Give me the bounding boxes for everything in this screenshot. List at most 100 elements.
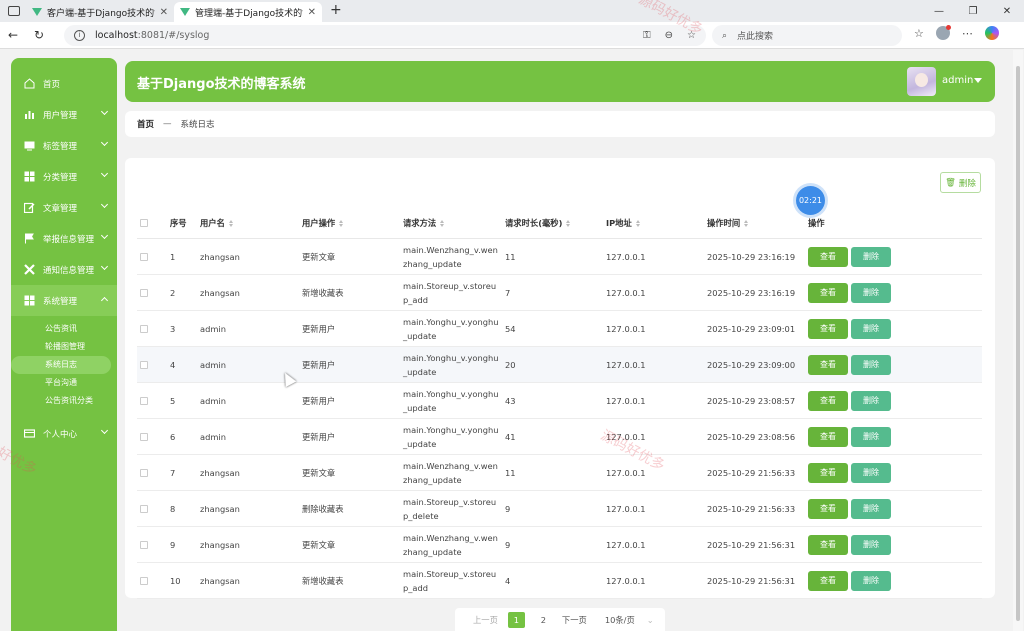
view-button[interactable]: 查看: [808, 534, 848, 555]
cell-username: admin: [200, 323, 226, 334]
column-header-sortable[interactable]: 操作时间: [707, 217, 808, 229]
more-icon[interactable]: ⋯: [962, 27, 973, 40]
page-button-2[interactable]: 2: [535, 612, 552, 628]
minimize-icon[interactable]: —: [922, 6, 956, 17]
view-button[interactable]: 查看: [808, 498, 848, 519]
batch-delete-button[interactable]: 🗑 删除: [940, 172, 981, 193]
view-button[interactable]: 查看: [808, 282, 848, 303]
column-header-sortable[interactable]: IP地址: [606, 217, 707, 229]
row-checkbox[interactable]: [140, 324, 148, 333]
row-checkbox[interactable]: [140, 252, 148, 261]
close-window-icon[interactable]: ✕: [990, 6, 1024, 17]
cell-duration: 20: [505, 359, 516, 370]
back-icon[interactable]: ←: [0, 28, 26, 42]
submenu-item-syslog[interactable]: 系统日志: [11, 356, 111, 374]
sidebar-item-label: 文章管理: [43, 203, 78, 214]
page-button-1[interactable]: 1: [507, 611, 525, 628]
restore-icon[interactable]: ❐: [956, 6, 990, 17]
delete-button[interactable]: 删除: [851, 462, 891, 483]
column-header-sortable[interactable]: 用户名: [200, 217, 302, 229]
favorites-icon[interactable]: ☆: [914, 27, 924, 40]
url-field[interactable]: i localhost:8081/#/syslog ⚿ ⊖ ☆: [64, 25, 706, 46]
row-checkbox[interactable]: [140, 432, 148, 441]
sidebar-item-tags[interactable]: 标签管理: [11, 130, 117, 161]
zoom-icon[interactable]: ⊖: [665, 30, 673, 41]
username-label[interactable]: admin: [942, 75, 973, 86]
sidebar-item-label: 分类管理: [43, 172, 78, 183]
column-header-sortable[interactable]: 请求方法: [403, 216, 505, 230]
view-button[interactable]: 查看: [808, 246, 848, 267]
view-button[interactable]: 查看: [808, 354, 848, 375]
info-icon[interactable]: i: [74, 30, 85, 41]
table-row: 6 admin 更新用户 main.Yonghu_v.yonghu_update 41 1…: [137, 419, 982, 455]
delete-button[interactable]: 删除: [851, 246, 891, 267]
submenu-item-chat[interactable]: 平台沟通: [11, 374, 117, 392]
view-button[interactable]: 查看: [808, 462, 848, 483]
cell-no: 1: [170, 251, 176, 262]
caret-down-icon[interactable]: [974, 78, 982, 83]
browser-address-bar: ← ↻ i localhost:8081/#/syslog ⚿ ⊖ ☆ ⌕ 点此…: [0, 22, 1024, 49]
sidebar-item-categories[interactable]: 分类管理: [11, 161, 117, 192]
select-all-checkbox[interactable]: [140, 218, 148, 227]
delete-button[interactable]: 删除: [851, 534, 891, 555]
sidebar-item-notices[interactable]: 通知信息管理: [11, 254, 117, 285]
browser-tab-client[interactable]: 客户端-基于Django技术的博客系统 ✕: [26, 2, 174, 22]
copilot-icon[interactable]: [984, 26, 999, 40]
breadcrumb-current: 系统日志: [180, 120, 215, 130]
scrollbar-thumb[interactable]: [1016, 66, 1020, 621]
browser-search-field[interactable]: ⌕ 点此搜索: [712, 25, 902, 46]
view-button[interactable]: 查看: [808, 390, 848, 411]
cell-method: main.Storeup_v.storeup_add: [403, 280, 497, 305]
submenu-item-carousel[interactable]: 轮播图管理: [11, 338, 117, 356]
breadcrumb-home[interactable]: 首页: [137, 118, 154, 130]
view-button[interactable]: 查看: [808, 570, 848, 591]
cell-time: 2025-10-29 21:56:33: [707, 503, 796, 514]
tab-actions-icon[interactable]: [8, 6, 20, 16]
sidebar-item-home[interactable]: 首页: [11, 68, 117, 99]
new-tab-button[interactable]: +: [322, 2, 350, 22]
close-icon[interactable]: ✕: [160, 7, 168, 18]
page-size-select[interactable]: 10条/页 ⌄: [605, 614, 654, 626]
app-title: 基于Django技术的博客系统: [137, 77, 306, 92]
cell-time: 2025-10-29 21:56:31: [707, 575, 796, 586]
key-icon[interactable]: ⚿: [643, 30, 651, 41]
sidebar-item-profile[interactable]: 个人中心: [11, 418, 117, 449]
sidebar-item-reports[interactable]: 举报信息管理: [11, 223, 117, 254]
delete-button[interactable]: 删除: [851, 570, 891, 591]
view-button[interactable]: 查看: [808, 426, 848, 447]
row-checkbox[interactable]: [140, 396, 148, 405]
column-header-sortable[interactable]: 用户操作: [302, 217, 403, 229]
submenu-item-announcements[interactable]: 公告资讯: [11, 320, 117, 338]
row-checkbox[interactable]: [140, 360, 148, 369]
row-checkbox[interactable]: [140, 468, 148, 477]
page-scrollbar[interactable]: [1013, 50, 1023, 631]
next-page-button[interactable]: 下一页: [562, 614, 587, 626]
browser-tab-admin[interactable]: 管理端-基于Django技术的博客系统 ✕: [174, 2, 322, 22]
table-body: 1 zhangsan 更新文章 main.Wenzhang_v.wenzhang_up…: [137, 239, 982, 599]
grid-icon: [23, 171, 35, 183]
view-button[interactable]: 查看: [808, 318, 848, 339]
delete-button[interactable]: 删除: [851, 426, 891, 447]
row-checkbox[interactable]: [140, 504, 148, 513]
reload-icon[interactable]: ↻: [26, 28, 52, 42]
sidebar-item-articles[interactable]: 文章管理: [11, 192, 117, 223]
chevron-down-icon: [100, 169, 109, 178]
profile-icon[interactable]: [935, 25, 951, 40]
close-icon[interactable]: ✕: [308, 7, 316, 18]
sidebar-item-users[interactable]: 用户管理: [11, 99, 117, 130]
prev-page-button[interactable]: 上一页: [473, 614, 498, 626]
submenu-item-announcement-categories[interactable]: 公告资讯分类: [11, 392, 117, 410]
delete-button[interactable]: 删除: [851, 282, 891, 303]
row-checkbox[interactable]: [140, 288, 148, 297]
delete-button[interactable]: 删除: [851, 354, 891, 375]
column-header-sortable[interactable]: 请求时长(毫秒): [505, 217, 606, 229]
sort-icon: [744, 219, 749, 227]
cell-username: admin: [200, 395, 226, 406]
avatar[interactable]: [907, 67, 936, 96]
delete-button[interactable]: 删除: [851, 318, 891, 339]
row-checkbox[interactable]: [140, 576, 148, 585]
delete-button[interactable]: 删除: [851, 498, 891, 519]
row-checkbox[interactable]: [140, 540, 148, 549]
sidebar-item-system[interactable]: 系统管理: [11, 285, 117, 316]
delete-button[interactable]: 删除: [851, 390, 891, 411]
